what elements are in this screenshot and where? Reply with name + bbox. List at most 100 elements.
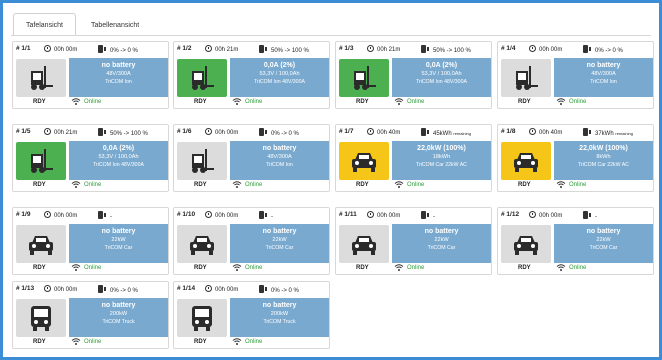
device-model: TriCOM Ion bbox=[590, 78, 617, 85]
battery-icon bbox=[583, 211, 591, 219]
card-header: # 1/7 00h 40m 45kWh remaining bbox=[336, 125, 491, 139]
status-panel: no battery 48V/300A TriCOM Ion bbox=[554, 58, 653, 97]
vehicle-thumbnail bbox=[16, 225, 66, 263]
charge-level: 0% -> 0 % bbox=[98, 45, 138, 54]
wifi-icon bbox=[232, 337, 242, 346]
charge-level: - bbox=[421, 211, 435, 220]
charger-card[interactable]: # 1/5 00h 21m 50% -> 100 % 0,0A (2%) 53,3V … bbox=[12, 124, 169, 192]
battery-icon bbox=[259, 128, 267, 136]
duration: 00h 21m bbox=[205, 45, 238, 53]
device-model: TriCOM Car bbox=[589, 244, 618, 251]
duration: 00h 00m bbox=[529, 211, 562, 219]
ready-status: RDY bbox=[194, 265, 207, 271]
status-primary: 0,0A (2%) bbox=[102, 145, 135, 152]
vehicle-thumbnail bbox=[339, 225, 389, 263]
charger-card[interactable]: # 1/3 00h 21m 50% -> 100 % 0,0A (2%) 53,3V … bbox=[335, 41, 492, 109]
status-secondary: 8kWh bbox=[596, 154, 611, 160]
card-footer: RDY Online bbox=[174, 262, 329, 274]
duration: 00h 00m bbox=[205, 211, 238, 219]
online-status: Online bbox=[84, 99, 102, 105]
charger-card[interactable]: # 1/6 00h 00m 0% -> 0 % no battery 48V/300A… bbox=[173, 124, 330, 192]
charger-card[interactable]: # 1/1 00h 00m 0% -> 0 % no battery 48V/300A… bbox=[12, 41, 169, 109]
ready-status: RDY bbox=[356, 265, 369, 271]
online-status: Online bbox=[245, 339, 263, 345]
device-model: TriCOM Truck bbox=[102, 318, 135, 325]
device-model: TriCOM Ion bbox=[105, 78, 132, 85]
charger-id: # 1/13 bbox=[16, 285, 35, 292]
battery-icon bbox=[98, 128, 106, 136]
card-header: # 1/9 00h 00m - bbox=[13, 208, 168, 222]
status-secondary: 48V/300A bbox=[106, 71, 131, 77]
online-status: Online bbox=[245, 99, 263, 105]
charger-card[interactable]: # 1/7 00h 40m 45kWh remaining 22,0kW (100%)… bbox=[335, 124, 492, 192]
duration: 00h 00m bbox=[205, 128, 238, 136]
vehicle-thumbnail bbox=[339, 59, 389, 97]
device-model: TriCOM Car 22kW AC bbox=[578, 161, 629, 168]
vehicle-thumbnail bbox=[177, 225, 227, 263]
clock-icon bbox=[205, 285, 212, 292]
duration: 00h 00m bbox=[205, 285, 238, 293]
device-model: TriCOM Ion bbox=[266, 161, 293, 168]
charger-id: # 1/1 bbox=[16, 45, 31, 52]
ready-status: RDY bbox=[518, 182, 531, 188]
card-header: # 1/5 00h 21m 50% -> 100 % bbox=[13, 125, 168, 139]
charger-id: # 1/12 bbox=[501, 211, 520, 218]
tab-tabellenansicht[interactable]: Tabellenansicht bbox=[78, 13, 152, 36]
duration: 00h 00m bbox=[529, 45, 562, 53]
status-primary: 22,0kW (100%) bbox=[417, 145, 466, 152]
card-header: # 1/11 00h 00m - bbox=[336, 208, 491, 222]
online-status: Online bbox=[569, 265, 587, 271]
wifi-icon bbox=[556, 180, 566, 189]
battery-icon bbox=[259, 285, 267, 293]
wifi-icon bbox=[394, 263, 404, 272]
charge-level: 0% -> 0 % bbox=[259, 128, 299, 137]
charge-level: - bbox=[98, 211, 112, 220]
vehicle-thumbnail bbox=[16, 299, 66, 337]
battery-icon bbox=[421, 128, 429, 136]
charger-card[interactable]: # 1/4 00h 00m 0% -> 0 % no battery 48V/300A… bbox=[497, 41, 654, 109]
charge-level: 0% -> 0 % bbox=[259, 285, 299, 294]
clock-icon bbox=[205, 211, 212, 218]
charger-id: # 1/5 bbox=[16, 128, 31, 135]
tab-divider bbox=[11, 35, 651, 36]
ready-status: RDY bbox=[194, 99, 207, 105]
charge-level: 0% -> 0 % bbox=[98, 285, 138, 294]
card-header: # 1/8 00h 40m 37kWh remaining bbox=[498, 125, 653, 139]
charger-id: # 1/8 bbox=[501, 128, 516, 135]
status-secondary: 22kW bbox=[434, 237, 449, 243]
device-model: TriCOM Car bbox=[427, 244, 456, 251]
card-header: # 1/3 00h 21m 50% -> 100 % bbox=[336, 42, 491, 56]
card-footer: RDY Online bbox=[336, 179, 491, 191]
charger-card[interactable]: # 1/10 00h 00m - no battery 22kW TriCOM Car R… bbox=[173, 207, 330, 275]
status-panel: no battery 200kW TriCOM Truck bbox=[69, 298, 168, 337]
charger-card[interactable]: # 1/9 00h 00m - no battery 22kW TriCOM Car RD… bbox=[12, 207, 169, 275]
device-model: TriCOM Ion 48V/300A bbox=[254, 78, 305, 85]
charger-card[interactable]: # 1/14 00h 00m 0% -> 0 % no battery 200kW Tr… bbox=[173, 281, 330, 349]
card-header: # 1/12 00h 00m - bbox=[498, 208, 653, 222]
charger-card[interactable]: # 1/13 00h 00m 0% -> 0 % no battery 200kW Tr… bbox=[12, 281, 169, 349]
charger-card[interactable]: # 1/12 00h 00m - no battery 22kW TriCOM Car R… bbox=[497, 207, 654, 275]
status-panel: 22,0kW (100%) 18kWh TriCOM Car 22kW AC bbox=[392, 141, 491, 180]
device-model: TriCOM Car 22kW AC bbox=[416, 161, 467, 168]
vehicle-thumbnail bbox=[16, 142, 66, 180]
online-status: Online bbox=[245, 182, 263, 188]
status-panel: no battery 200kW TriCOM Truck bbox=[230, 298, 329, 337]
status-secondary: 53,3V / 100,0Ah bbox=[259, 71, 300, 77]
charge-level: 37kWh remaining bbox=[583, 128, 633, 137]
wifi-icon bbox=[71, 337, 81, 346]
card-header: # 1/4 00h 00m 0% -> 0 % bbox=[498, 42, 653, 56]
status-primary: 0,0A (2%) bbox=[425, 62, 458, 69]
charger-card[interactable]: # 1/11 00h 00m - no battery 22kW TriCOM Car R… bbox=[335, 207, 492, 275]
vehicle-thumbnail bbox=[177, 299, 227, 337]
ready-status: RDY bbox=[356, 182, 369, 188]
charger-card[interactable]: # 1/8 00h 40m 37kWh remaining 22,0kW (100%)… bbox=[497, 124, 654, 192]
charger-card[interactable]: # 1/2 00h 21m 50% -> 100 % 0,0A (2%) 53,3V … bbox=[173, 41, 330, 109]
status-secondary: 53,3V / 100,0Ah bbox=[98, 154, 139, 160]
charger-id: # 1/9 bbox=[16, 211, 31, 218]
battery-icon bbox=[98, 211, 106, 219]
tab-tafelansicht[interactable]: Tafelansicht bbox=[13, 13, 76, 36]
status-primary: no battery bbox=[262, 228, 297, 235]
duration: 00h 00m bbox=[367, 211, 400, 219]
charger-id: # 1/2 bbox=[177, 45, 192, 52]
charge-level: 0% -> 0 % bbox=[583, 45, 623, 54]
